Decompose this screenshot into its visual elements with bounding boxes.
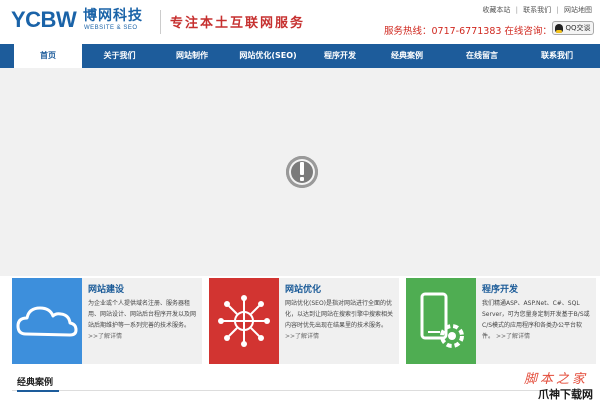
link-divider: |	[515, 6, 518, 14]
service-card-web-build[interactable]: 网站建设 为企业或个人提供域名注册、服务器租用、网站设计、网站后台程序开发以及网…	[12, 278, 202, 364]
hotline-text: 服务热线：0717-6771383 在线咨询：	[384, 26, 552, 37]
card-title[interactable]: 网站优化	[285, 282, 321, 295]
nav-cases[interactable]: 经典案例	[371, 44, 443, 68]
logo-tagline: WEBSITE & SEO	[84, 25, 138, 31]
sitemap-link[interactable]: 网站地图	[564, 6, 592, 14]
network-globe-icon	[209, 278, 279, 364]
nav-home[interactable]: 首页	[14, 44, 82, 68]
watermark-logo: 脚本之家	[524, 372, 589, 387]
section-title: 经典案例	[17, 378, 54, 388]
section-underline	[17, 390, 59, 392]
nav-label: 首页	[40, 51, 56, 60]
card-title[interactable]: 网站建设	[88, 282, 124, 295]
slogan: 专注本土互联网服务	[170, 16, 306, 31]
nav-about[interactable]: 关于我们	[82, 44, 157, 68]
alert-loading-icon	[286, 156, 318, 188]
logo-company-name[interactable]: 博网科技	[83, 8, 143, 24]
qq-chat-label: QQ交谈	[565, 24, 591, 32]
qq-chat-button[interactable]: QQ交谈	[552, 21, 594, 35]
loader-dot	[300, 177, 304, 181]
logo-mark[interactable]: YCBW	[11, 9, 77, 31]
card-desc-text: 网站优化(SEO)是指对网站进行全面的优化，以达到让网站在搜索引擎中搜索相关内容…	[285, 300, 394, 329]
nav-label: 程序开发	[324, 51, 356, 60]
nav-web-design[interactable]: 网站制作	[157, 44, 227, 68]
card-description: 为企业或个人提供域名注册、服务器租用、网站设计、网站后台程序开发以及网站后期维护…	[88, 298, 198, 342]
nav-development[interactable]: 程序开发	[309, 44, 371, 68]
watermark-logo-sub: 爪神下载网	[538, 388, 593, 401]
nav-label: 在线留言	[466, 51, 498, 60]
link-divider: |	[556, 6, 559, 14]
card-more-link[interactable]: >>了解详情	[496, 333, 530, 340]
mobile-gear-icon	[406, 278, 476, 364]
cloud-icon	[12, 278, 82, 364]
card-description: 我们精通ASP、ASP.Net、C#、SQL Server，可为您量身定制开发基…	[482, 298, 592, 342]
top-links: 收藏本站 | 联系我们 | 网站地图	[479, 5, 592, 15]
cases-section-header: 经典案例	[12, 371, 592, 392]
logo-divider	[160, 10, 161, 34]
site-header: YCBW 博网科技 WEBSITE & SEO 专注本土互联网服务 收藏本站 |…	[0, 0, 600, 44]
service-card-development[interactable]: 程序开发 我们精通ASP、ASP.Net、C#、SQL Server，可为您量身…	[406, 278, 596, 364]
nav-label: 经典案例	[391, 51, 423, 60]
nav-label: 联系我们	[541, 51, 573, 60]
contact-link[interactable]: 联系我们	[523, 6, 551, 14]
card-desc-text: 为企业或个人提供域名注册、服务器租用、网站设计、网站后台程序开发以及网站后期维护…	[88, 300, 197, 329]
card-more-link[interactable]: >>了解详情	[285, 333, 319, 340]
main-nav: 首页 关于我们 网站制作 网站优化(SEO) 程序开发 经典案例 在线留言 联系…	[0, 44, 600, 68]
card-more-link[interactable]: >>了解详情	[88, 333, 122, 340]
nav-seo[interactable]: 网站优化(SEO)	[227, 44, 309, 68]
nav-label: 网站优化(SEO)	[239, 51, 297, 60]
loader-bar	[300, 162, 304, 175]
favorite-link[interactable]: 收藏本站	[482, 6, 510, 14]
card-title[interactable]: 程序开发	[482, 282, 518, 295]
nav-contact[interactable]: 联系我们	[521, 44, 593, 68]
nav-label: 网站制作	[176, 51, 208, 60]
nav-label: 关于我们	[103, 51, 136, 60]
service-card-seo[interactable]: 网站优化 网站优化(SEO)是指对网站进行全面的优化，以达到让网站在搜索引擎中搜…	[209, 278, 399, 364]
card-description: 网站优化(SEO)是指对网站进行全面的优化，以达到让网站在搜索引擎中搜索相关内容…	[285, 298, 395, 342]
qq-penguin-icon	[555, 23, 564, 33]
nav-message[interactable]: 在线留言	[443, 44, 521, 68]
